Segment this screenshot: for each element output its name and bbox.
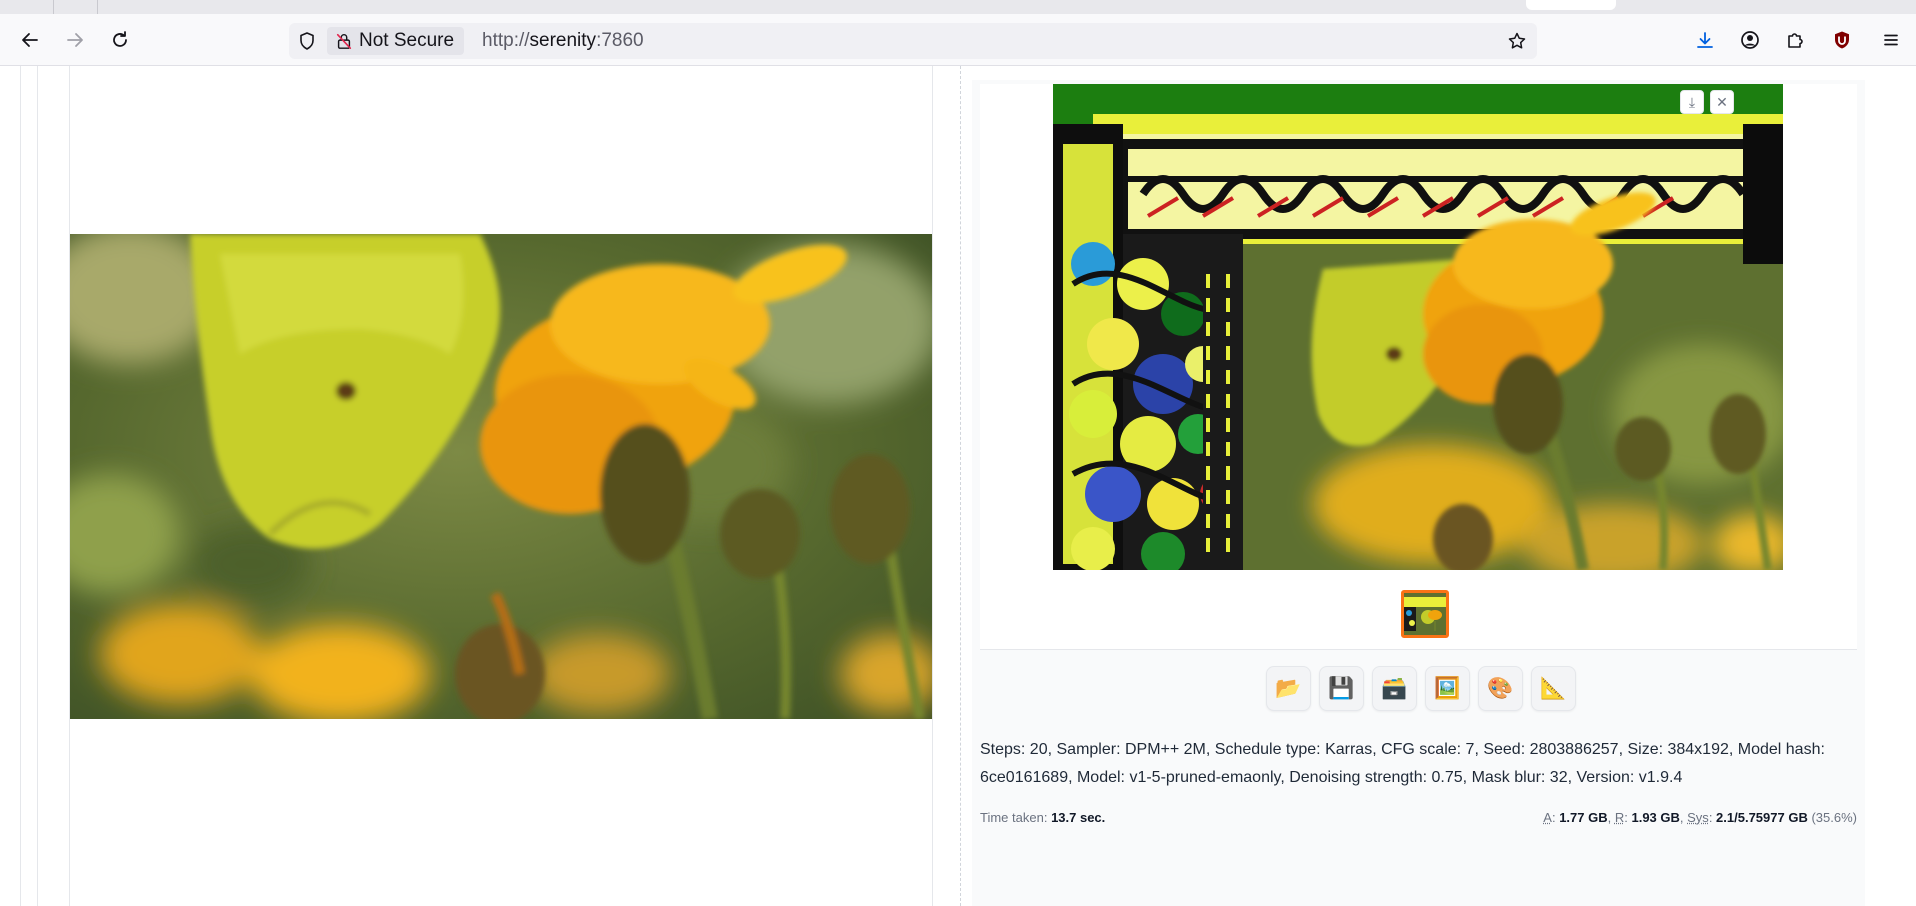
close-preview-button[interactable]: ✕ xyxy=(1710,90,1734,114)
memory-stats: A: 1.77 GB, R: 1.93 GB, Sys: 2.1/5.75977… xyxy=(1543,810,1857,825)
open-folder-button[interactable]: 📂 xyxy=(1266,666,1311,711)
system-memory-label: Sys xyxy=(1687,810,1709,825)
reserved-memory-value: 1.93 GB xyxy=(1631,810,1680,825)
url-port: :7860 xyxy=(596,30,644,51)
reload-button[interactable] xyxy=(104,24,136,56)
reserved-memory-label: R xyxy=(1614,810,1625,825)
output-gallery: ⤓ ✕ xyxy=(980,84,1857,650)
thumbnail-image xyxy=(1404,593,1446,635)
forward-arrow-icon xyxy=(67,33,83,47)
back-button[interactable] xyxy=(14,24,46,56)
send-to-extras-button[interactable]: 📐 xyxy=(1531,666,1576,711)
ublock-button[interactable] xyxy=(1826,24,1858,56)
address-bar[interactable]: Not Secure http://serenity:7860 xyxy=(289,23,1537,59)
puzzle-icon xyxy=(1788,33,1803,48)
tab-separator xyxy=(97,0,98,14)
output-image[interactable] xyxy=(1053,84,1783,570)
app-menu-button[interactable] xyxy=(1875,24,1907,56)
active-tab[interactable] xyxy=(1526,0,1616,10)
reload-icon xyxy=(113,31,127,47)
image-action-toolbar: 📂 💾 🗃️ 🖼️ 🎨 📐 xyxy=(1266,666,1576,711)
downloads-button[interactable] xyxy=(1689,24,1721,56)
panel-border xyxy=(20,66,21,906)
forward-button[interactable] xyxy=(59,24,91,56)
webui-page: ⤓ ✕ 📂 💾 🗃️ 🖼️ 🎨 📐 Steps: 20, Sampler: DP… xyxy=(0,66,1916,906)
extensions-button[interactable] xyxy=(1779,24,1811,56)
time-taken-value: 13.7 sec. xyxy=(1051,810,1106,825)
active-memory-label: A xyxy=(1543,810,1552,825)
panel-border xyxy=(37,66,38,906)
account-icon xyxy=(1741,31,1759,49)
generated-image xyxy=(1053,84,1783,570)
performance-info: Time taken: 13.7 sec. A: 1.77 GB, R: 1.9… xyxy=(980,810,1857,825)
triangle-ruler-icon: 📐 xyxy=(1540,676,1567,700)
active-memory-value: 1.77 GB xyxy=(1559,810,1608,825)
image-canvas-border xyxy=(932,66,933,906)
browser-toolbar: Not Secure http://serenity:7860 xyxy=(0,14,1916,66)
card-box-icon: 🗃️ xyxy=(1381,676,1408,700)
star-icon[interactable] xyxy=(1507,31,1527,51)
security-label: Not Secure xyxy=(359,30,455,51)
floppy-disk-icon: 💾 xyxy=(1328,676,1355,700)
send-to-inpaint-button[interactable]: 🎨 xyxy=(1478,666,1523,711)
url-scheme: http:// xyxy=(482,30,530,51)
insecure-lock-icon xyxy=(336,33,352,50)
generation-info-text: Steps: 20, Sampler: DPM++ 2M, Schedule t… xyxy=(980,741,1825,786)
time-taken-label: Time taken: xyxy=(980,810,1048,825)
hamburger-menu-icon xyxy=(1884,34,1898,46)
download-icon: ⤓ xyxy=(1688,93,1696,110)
shield-icon[interactable] xyxy=(297,31,317,51)
tab-strip xyxy=(0,0,1916,14)
column-divider xyxy=(960,66,961,906)
url-host: serenity xyxy=(529,30,597,51)
download-image-button[interactable]: ⤓ xyxy=(1680,90,1704,114)
send-to-img2img-button[interactable]: 🖼️ xyxy=(1425,666,1470,711)
input-image xyxy=(70,234,932,719)
url-text[interactable]: http://serenity:7860 xyxy=(482,30,644,52)
site-security-indicator[interactable]: Not Secure xyxy=(327,27,465,55)
system-memory-value: 2.1/5.75977 GB xyxy=(1716,810,1808,825)
zip-button[interactable]: 🗃️ xyxy=(1372,666,1417,711)
save-button[interactable]: 💾 xyxy=(1319,666,1364,711)
palette-icon: 🎨 xyxy=(1487,676,1514,700)
back-arrow-icon xyxy=(22,33,38,47)
system-memory-percent: (35.6%) xyxy=(1811,810,1857,825)
tab-separator xyxy=(53,0,54,14)
framed-picture-icon: 🖼️ xyxy=(1434,676,1461,700)
close-icon: ✕ xyxy=(1716,93,1728,110)
output-panel: ⤓ ✕ 📂 💾 🗃️ 🖼️ 🎨 📐 Steps: 20, Sampler: DP… xyxy=(972,80,1865,906)
ublock-origin-icon xyxy=(1835,31,1849,49)
gallery-thumbnail-selected[interactable] xyxy=(1401,590,1449,638)
input-image-canvas[interactable] xyxy=(70,234,932,719)
folder-icon: 📂 xyxy=(1275,676,1302,700)
download-icon xyxy=(1697,32,1713,48)
account-button[interactable] xyxy=(1734,24,1766,56)
